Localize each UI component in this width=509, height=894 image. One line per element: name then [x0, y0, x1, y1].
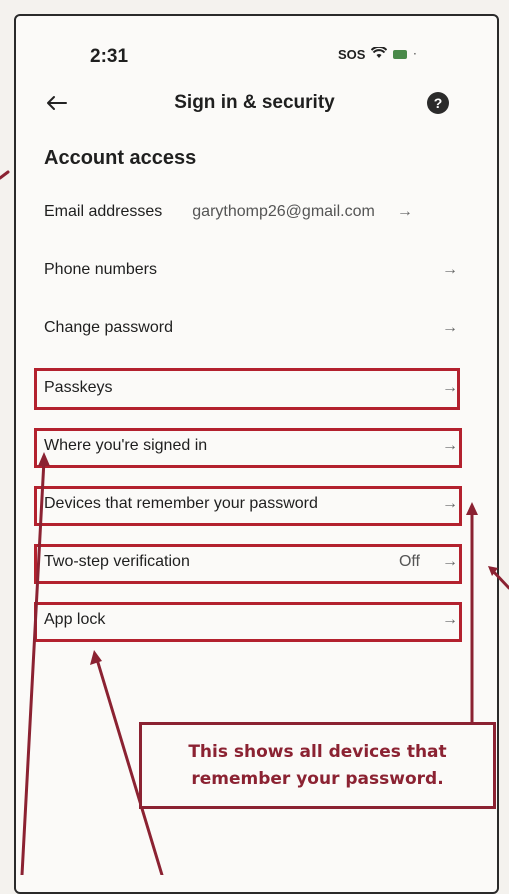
arrow-line-section	[0, 170, 10, 180]
callout-box: This shows all devices that remember you…	[139, 722, 496, 809]
arrow-line-two-step	[490, 568, 509, 590]
callout-text: This shows all devices that remember you…	[188, 741, 447, 789]
arrow-head-devices	[466, 502, 478, 515]
arrow-head-signed-in	[38, 452, 50, 466]
arrow-head-app-lock	[90, 650, 102, 665]
arrow-line-signed-in	[20, 458, 46, 875]
